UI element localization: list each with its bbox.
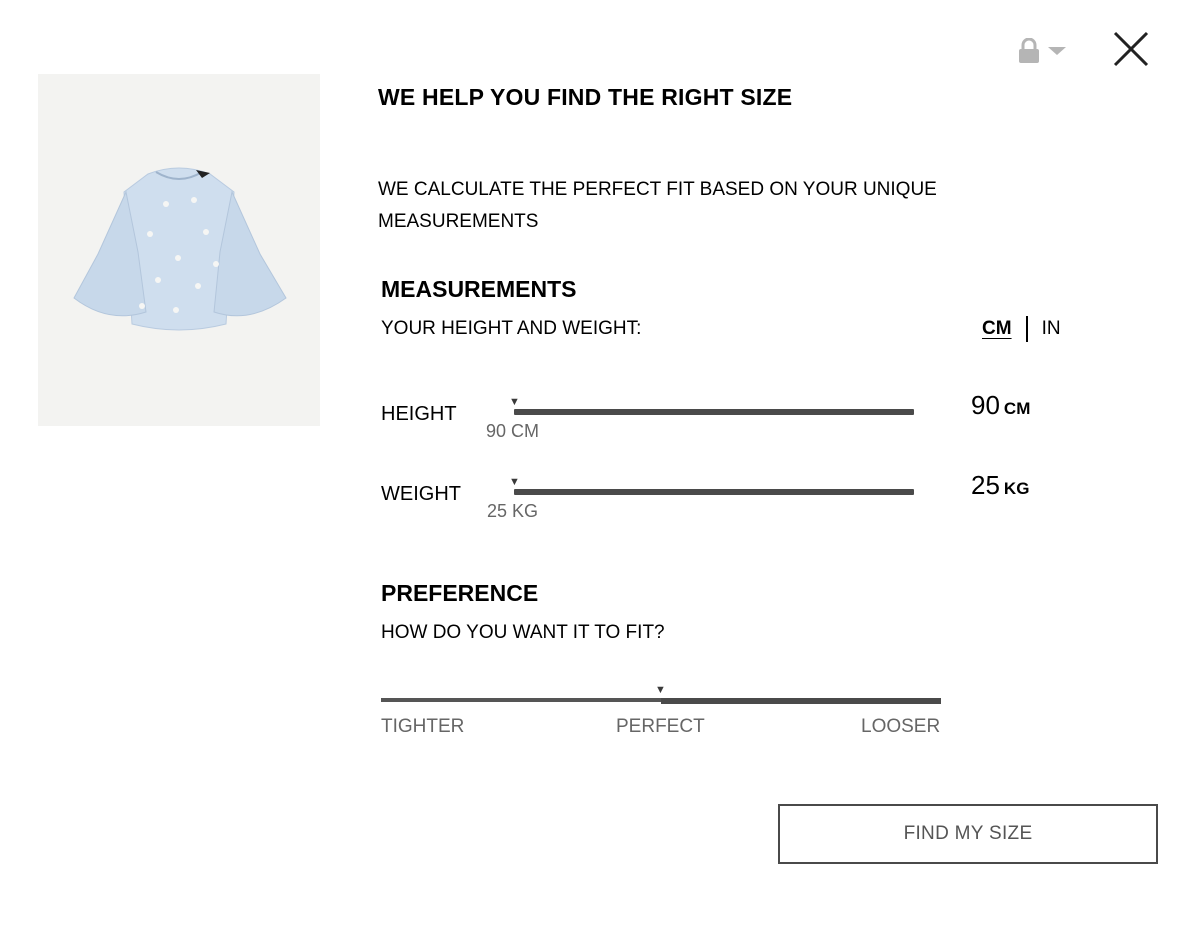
lock-icon [1019, 38, 1039, 63]
weight-number: 25 [971, 470, 1000, 500]
preference-title: PREFERENCE [381, 580, 539, 606]
fit-slider-thumb[interactable]: ▼ [655, 684, 666, 696]
weight-unit: KG [1003, 479, 1030, 498]
unit-cm-option[interactable]: CM [982, 318, 1012, 340]
measurements-subtitle: YOUR HEIGHT AND WEIGHT: [381, 318, 642, 339]
height-label: HEIGHT [381, 403, 457, 425]
weight-slider-caption: 25 KG [487, 501, 539, 521]
fit-option-tighter[interactable]: TIGHTER [381, 716, 464, 738]
close-icon[interactable] [1110, 28, 1152, 70]
fit-option-looser[interactable]: LOOSER [861, 716, 940, 738]
measurements-title: MEASUREMENTS [381, 276, 577, 302]
page-title: WE HELP YOU FIND THE RIGHT SIZE [378, 84, 793, 110]
preference-subtitle: HOW DO YOU WANT IT TO FIT? [381, 622, 665, 643]
fit-slider-track-right[interactable] [661, 698, 941, 704]
height-number: 90 [971, 390, 1000, 420]
height-slider-track[interactable] [514, 409, 914, 415]
blouse-illustration [73, 167, 287, 331]
find-my-size-button[interactable]: FIND MY SIZE [778, 804, 1158, 864]
height-value: 90 CM [971, 390, 1030, 421]
intro-text: WE CALCULATE THE PERFECT FIT BASED ON YO… [378, 179, 937, 232]
unit-toggle: CM IN [982, 316, 1061, 342]
height-slider-caption: 90 CM [486, 421, 540, 441]
chevron-down-icon [1048, 47, 1066, 55]
weight-slider-track[interactable] [514, 489, 914, 495]
weight-label: WEIGHT [381, 483, 461, 505]
product-image [38, 74, 320, 426]
language-lock-dropdown[interactable] [1018, 36, 1072, 66]
weight-slider-thumb[interactable]: ▼ [509, 476, 520, 488]
fit-slider-track-left[interactable] [381, 698, 661, 702]
unit-divider [1025, 316, 1028, 342]
unit-in-option[interactable]: IN [1042, 318, 1061, 340]
height-unit: CM [1003, 399, 1031, 418]
height-slider-thumb[interactable]: ▼ [509, 396, 520, 408]
fit-option-perfect[interactable]: PERFECT [616, 716, 705, 738]
weight-value: 25 KG [971, 470, 1029, 501]
